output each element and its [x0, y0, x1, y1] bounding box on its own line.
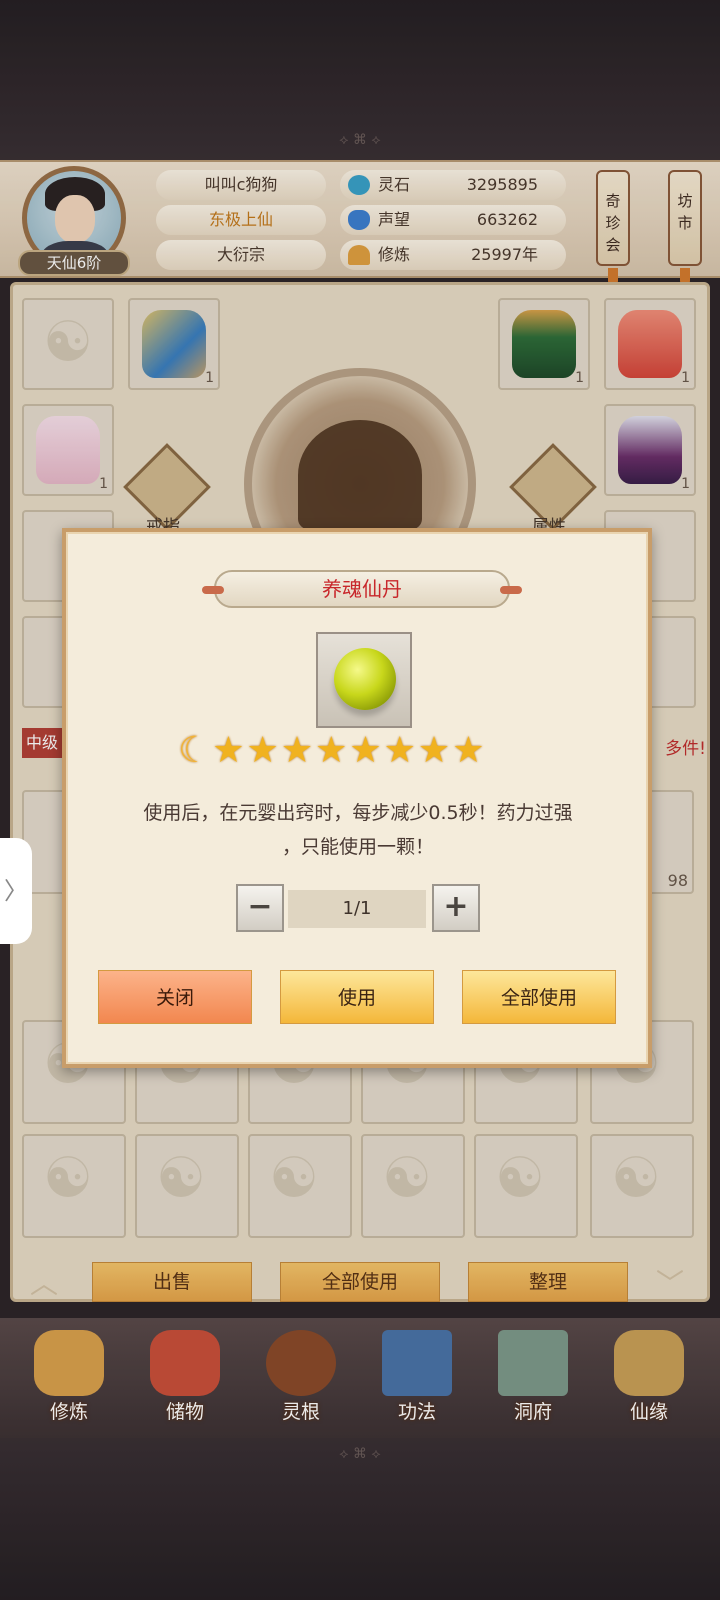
moon-icon: ☾	[178, 730, 213, 771]
item-use-dialog: 养魂仙丹 ☾★★★★★★★★ 使用后，在元婴出窍时，每步减少0.5秒！药力过强 …	[62, 528, 652, 1068]
use-all-dialog-button[interactable]: 全部使用	[462, 970, 616, 1024]
item-icon-frame	[316, 632, 412, 728]
golden-pill-icon	[334, 648, 396, 710]
item-quality-stars: ☾★★★★★★★★	[178, 730, 487, 771]
dialog-title: 养魂仙丹	[202, 570, 522, 608]
description-line: ，只能使用一颗！	[281, 836, 434, 858]
item-description: 使用后，在元婴出窍时，每步减少0.5秒！药力过强 ，只能使用一颗！	[90, 796, 626, 864]
quantity-display: 1/1	[288, 890, 426, 928]
use-button[interactable]: 使用	[280, 970, 434, 1024]
description-line: 使用后，在元婴出窍时，每步减少0.5秒！药力过强	[143, 802, 573, 824]
increase-quantity-button[interactable]: +	[432, 884, 480, 932]
decrease-quantity-button[interactable]: −	[236, 884, 284, 932]
close-button[interactable]: 关闭	[98, 970, 252, 1024]
side-drawer-handle[interactable]: 〉	[0, 838, 32, 944]
star-icons: ★★★★★★★★	[212, 730, 487, 771]
